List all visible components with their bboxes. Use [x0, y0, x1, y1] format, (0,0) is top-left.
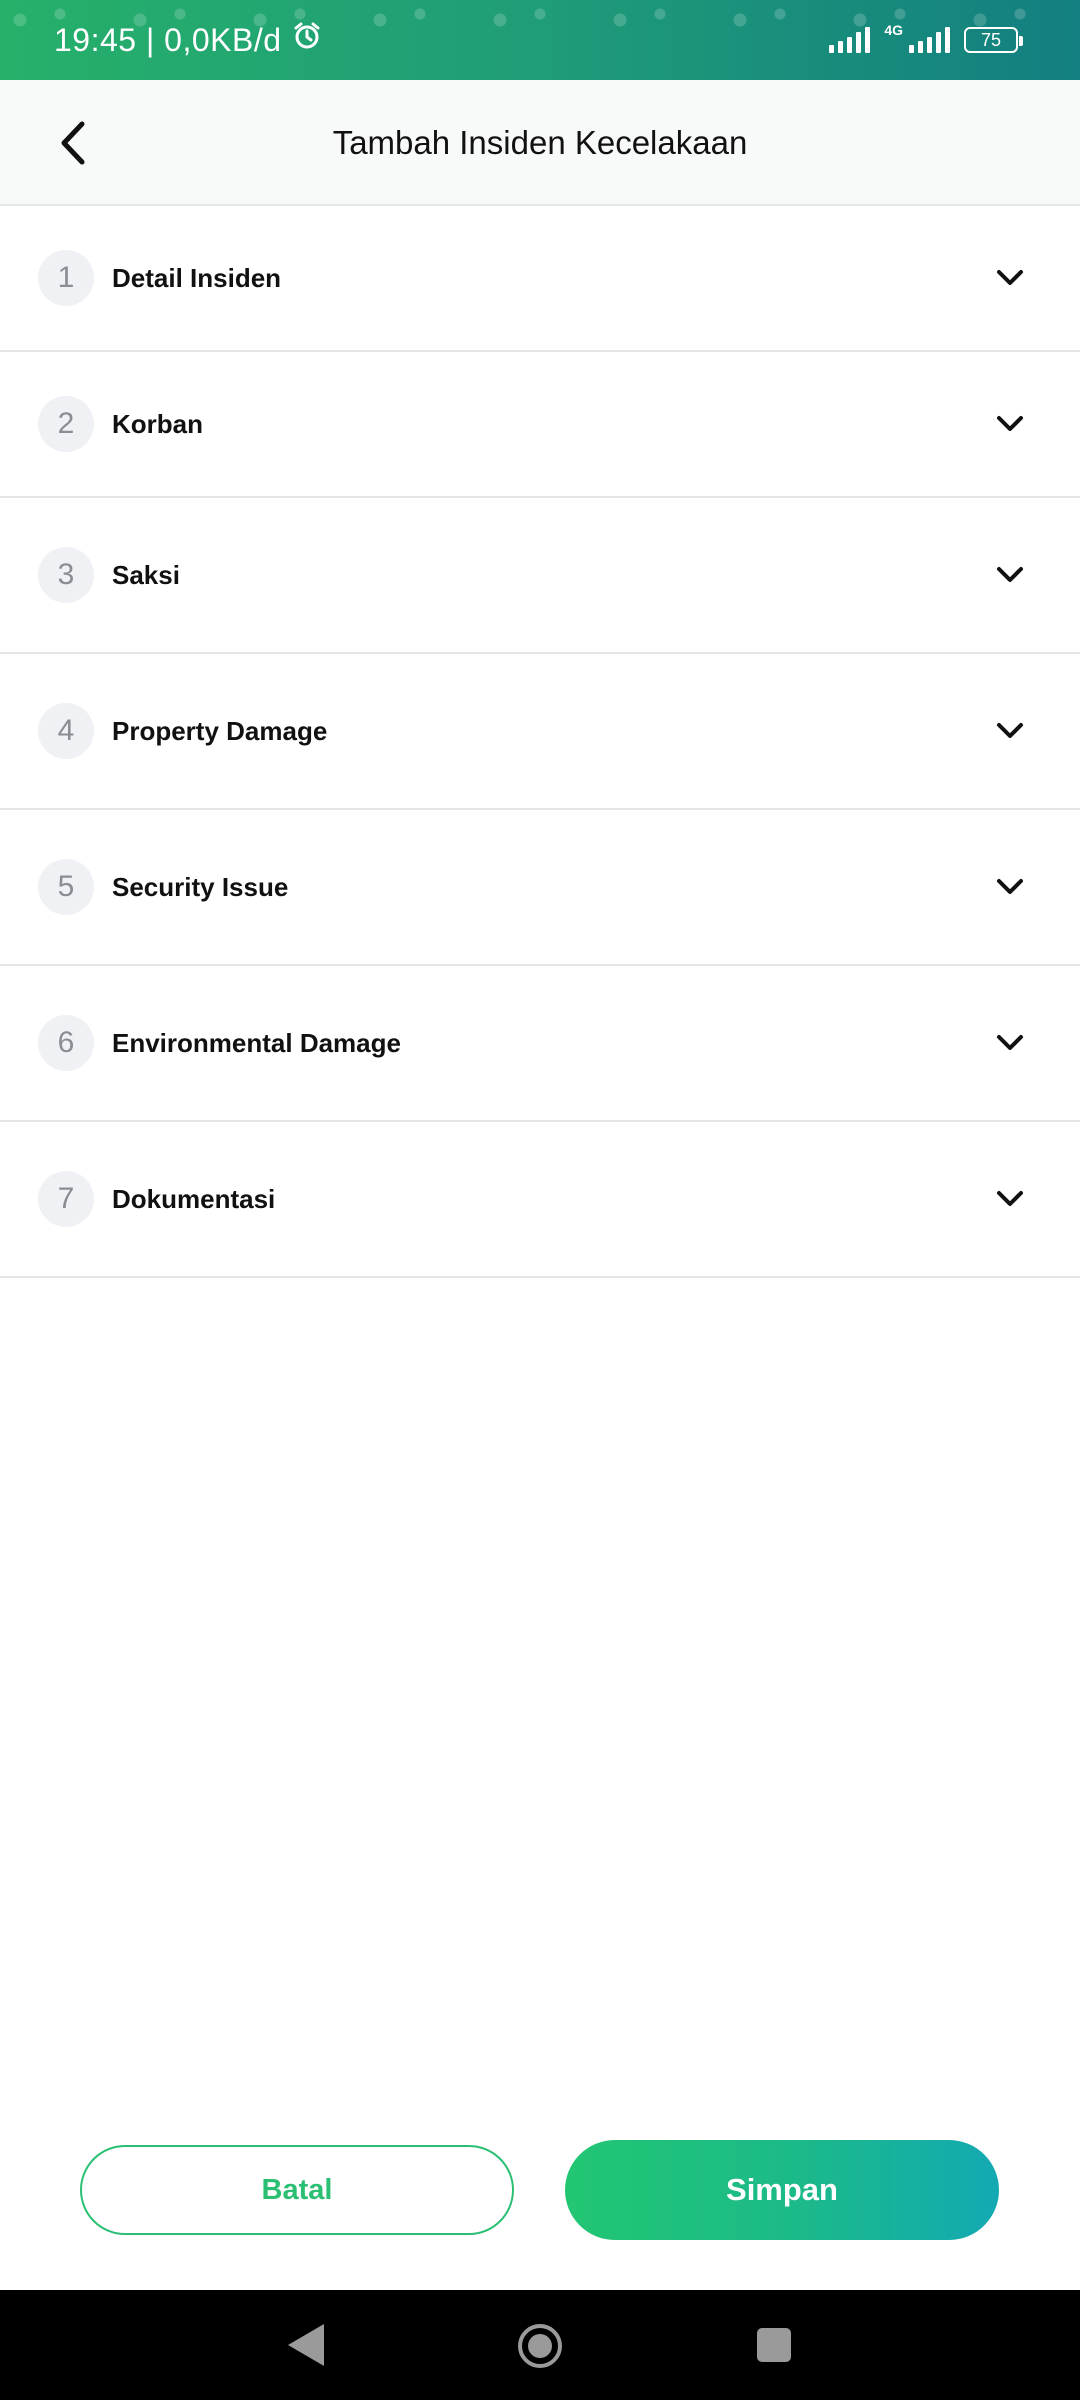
nav-back-icon[interactable]	[284, 2322, 328, 2368]
battery-icon: 75	[964, 27, 1023, 53]
status-left: 19:45 | 0,0KB/d	[54, 0, 322, 80]
section-label: Dokumentasi	[112, 1183, 276, 1214]
network-type: 4G	[884, 22, 903, 38]
save-button[interactable]: Simpan	[565, 2140, 999, 2240]
chevron-down-icon[interactable]	[990, 867, 1030, 907]
chevron-down-icon[interactable]	[990, 1023, 1030, 1063]
section-detail-insiden[interactable]: 1 Detail Insiden	[0, 206, 1080, 352]
system-nav-bar	[0, 2290, 1080, 2400]
status-time-speed: 19:45 | 0,0KB/d	[54, 21, 282, 58]
step-number: 2	[38, 396, 94, 452]
chevron-down-icon[interactable]	[990, 555, 1030, 595]
alarm-icon	[292, 21, 322, 59]
section-list: 1 Detail Insiden 2 Korban 3 Saksi 4 Prop…	[0, 206, 1080, 1278]
section-property-damage[interactable]: 4 Property Damage	[0, 654, 1080, 810]
section-dokumentasi[interactable]: 7 Dokumentasi	[0, 1122, 1080, 1278]
nav-recent-apps-icon[interactable]	[757, 2328, 791, 2362]
step-number: 5	[38, 859, 94, 915]
cancel-button[interactable]: Batal	[80, 2145, 514, 2235]
section-korban[interactable]: 2 Korban	[0, 352, 1080, 498]
status-right: 4G 75	[829, 0, 1023, 80]
chevron-down-icon[interactable]	[990, 258, 1030, 298]
section-label: Property Damage	[112, 715, 328, 746]
battery-level: 75	[980, 29, 1002, 50]
section-label: Detail Insiden	[112, 262, 282, 293]
section-saksi[interactable]: 3 Saksi	[0, 498, 1080, 654]
section-environmental-damage[interactable]: 6 Environmental Damage	[0, 966, 1080, 1122]
page-title: Tambah Insiden Kecelakaan	[332, 124, 748, 161]
app-header: Tambah Insiden Kecelakaan	[0, 80, 1080, 206]
chevron-down-icon[interactable]	[990, 711, 1030, 751]
back-button[interactable]	[36, 105, 112, 181]
step-number: 4	[38, 703, 94, 759]
nav-home-icon[interactable]	[516, 2322, 564, 2370]
step-number: 3	[38, 547, 94, 603]
section-label: Security Issue	[112, 871, 289, 902]
section-label: Korban	[112, 408, 203, 439]
status-bar: 19:45 | 0,0KB/d 4G 75	[0, 0, 1080, 80]
step-number: 6	[38, 1015, 94, 1071]
action-bar: Batal Simpan	[0, 2138, 1080, 2242]
section-label: Environmental Damage	[112, 1027, 401, 1058]
section-security-issue[interactable]: 5 Security Issue	[0, 810, 1080, 966]
chevron-down-icon[interactable]	[990, 404, 1030, 444]
signal-icon	[829, 27, 871, 53]
chevron-down-icon[interactable]	[990, 1179, 1030, 1219]
section-label: Saksi	[112, 559, 180, 590]
chevron-left-icon	[61, 121, 85, 165]
step-number: 7	[38, 1171, 94, 1227]
step-number: 1	[38, 250, 94, 306]
signal-icon-2	[909, 27, 950, 53]
